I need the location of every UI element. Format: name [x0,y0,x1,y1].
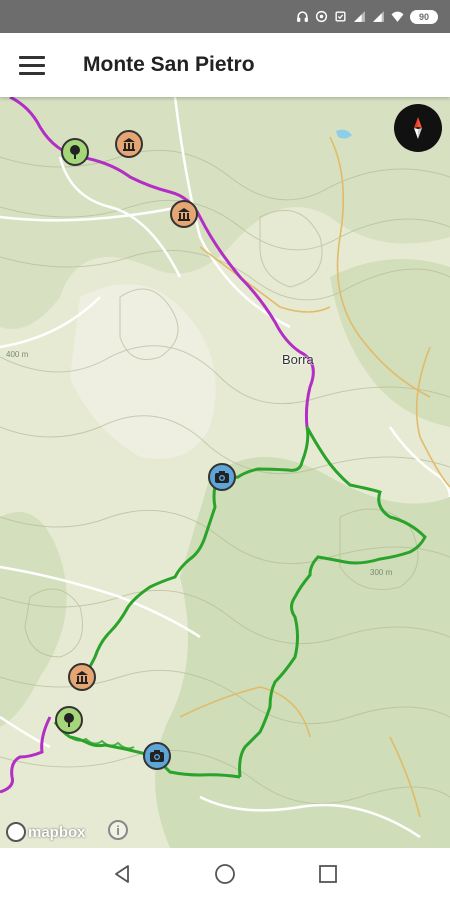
home-icon [215,864,235,884]
camera-icon [215,471,229,483]
camera-icon [150,750,164,762]
poi-photo[interactable] [143,742,171,770]
place-label-borra: Borra [282,352,314,367]
poi-tree[interactable] [55,706,83,734]
back-icon [114,865,129,883]
app-bar: Monte San Pietro [0,33,450,97]
poi-photo[interactable] [208,463,236,491]
menu-button[interactable] [0,33,64,97]
page-title: Monte San Pietro [83,53,255,76]
back-button[interactable] [102,854,142,894]
mapbox-logo[interactable]: mapbox [6,822,86,842]
museum-icon [76,671,88,684]
tree-icon [70,145,80,159]
headphones-icon [297,11,308,22]
poi-museum[interactable] [68,663,96,691]
wifi-icon [391,11,404,22]
location-icon [315,10,328,23]
museum-icon [178,208,190,221]
museum-icon [123,138,135,151]
hamburger-menu-icon [19,51,45,80]
compass-icon [414,117,422,139]
compass-button[interactable] [394,104,442,152]
poi-museum[interactable] [115,130,143,158]
poi-museum[interactable] [170,200,198,228]
elevation-label: 300 m [370,568,393,577]
signal-icon [354,11,365,22]
status-bar: 90 [0,0,450,33]
mapbox-wordmark: mapbox [28,823,86,841]
alarm-icon [335,11,346,22]
recents-icon [319,865,338,883]
battery-indicator: 90 [410,9,438,24]
map-view[interactable]: 400 m 300 m Borra mapbox i [0,97,450,848]
mapbox-mark-icon [6,822,26,842]
system-nav-bar [0,848,450,900]
elevation-label: 400 m [6,350,29,359]
tree-icon [64,713,74,727]
signal-icon [373,11,384,22]
home-button[interactable] [205,854,245,894]
poi-tree[interactable] [61,138,89,166]
recents-button[interactable] [308,854,348,894]
attribution-info-button[interactable]: i [108,820,128,840]
